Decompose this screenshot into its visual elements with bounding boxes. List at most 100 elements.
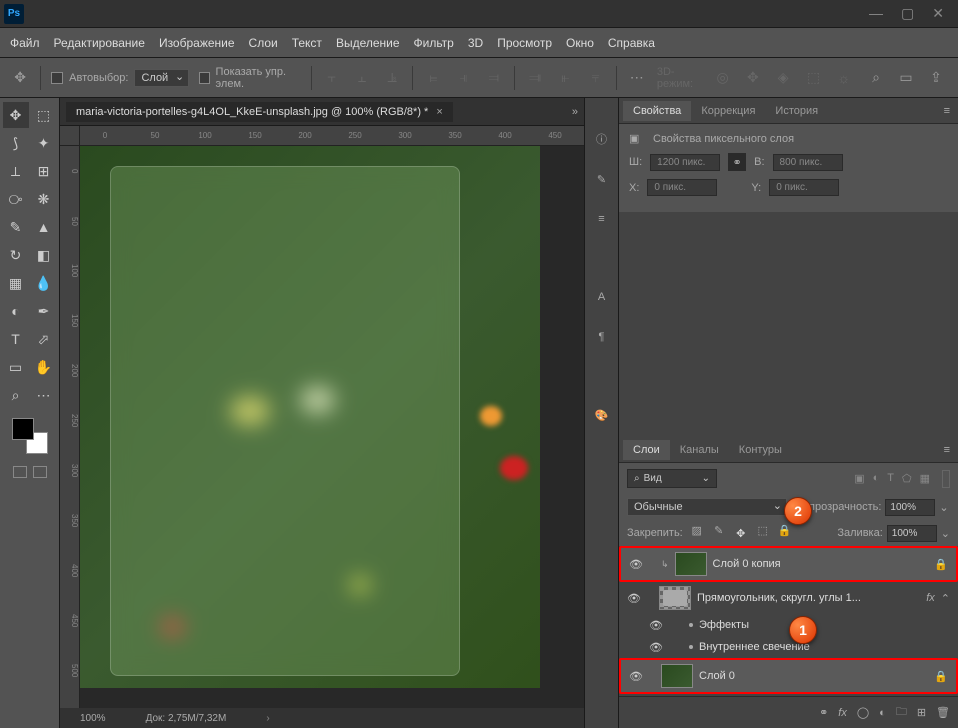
menu-help[interactable]: Справка [608, 36, 655, 50]
lock-icon[interactable]: 🔒 [934, 558, 948, 571]
tab-properties[interactable]: Свойства [623, 101, 691, 121]
maximize-button[interactable]: ▢ [901, 5, 914, 22]
group-icon[interactable]: 🗀 [896, 703, 907, 722]
layer-filter-select[interactable]: ⌕ Вид ⌄ [627, 469, 717, 488]
align-left-icon[interactable]: ⫢ [423, 66, 443, 90]
align-top-icon[interactable]: ⫟ [322, 66, 342, 90]
tab-history[interactable]: История [765, 101, 828, 121]
filter-pixel-icon[interactable]: ▣ [854, 472, 864, 485]
fx-icon[interactable]: fx [838, 707, 847, 719]
lock-icon[interactable]: 🔒 [934, 670, 948, 683]
expand-icon[interactable]: ⌃ [941, 592, 950, 605]
distribute-1-icon[interactable]: ⫥ [525, 66, 545, 90]
autoselect-target-select[interactable]: Слой [134, 69, 189, 87]
lasso-tool[interactable]: ⟆ [3, 130, 29, 156]
3d-scale-icon[interactable]: ⬚ [803, 66, 823, 90]
effect-name[interactable]: Внутреннее свечение [699, 641, 950, 653]
eyedropper-tool[interactable]: ⧂ [3, 186, 29, 212]
layer-thumbnail[interactable] [661, 664, 693, 688]
lock-transparent-icon[interactable]: ▨ [689, 524, 705, 542]
mask-icon[interactable]: ◯ [857, 706, 869, 719]
menu-edit[interactable]: Редактирование [54, 36, 145, 50]
opacity-input[interactable]: 100% [885, 499, 935, 516]
fx-badge[interactable]: fx [926, 592, 935, 604]
y-input[interactable]: 0 пикс. [769, 179, 839, 196]
distribute-2-icon[interactable]: ⫦ [555, 66, 575, 90]
layer-row[interactable]: 👁 Прямоугольник, скругл. углы 1... fx ⌃ [619, 582, 958, 614]
lock-all-icon[interactable]: 🔒 [777, 524, 793, 542]
history-brush-tool[interactable]: ↻ [3, 242, 29, 268]
color-swatches[interactable] [12, 418, 48, 454]
move-tool-icon[interactable]: ✥ [10, 66, 30, 90]
new-layer-icon[interactable]: ⊞ [917, 706, 926, 719]
align-hcenter-icon[interactable]: ⫣ [453, 66, 473, 90]
link-layers-icon[interactable]: ⚭ [819, 706, 828, 719]
blend-mode-select[interactable]: Обычные [627, 498, 787, 516]
align-right-icon[interactable]: ⫤ [484, 66, 504, 90]
heal-tool[interactable]: ❋ [31, 186, 57, 212]
lock-position-icon[interactable]: ✥ [733, 524, 749, 542]
3d-pan-icon[interactable]: ✥ [743, 66, 763, 90]
quick-mask-icon[interactable] [13, 466, 27, 478]
lock-artboard-icon[interactable]: ⬚ [755, 524, 771, 542]
height-input[interactable]: 800 пикс. [773, 154, 843, 171]
more-icon[interactable]: ⋯ [627, 66, 647, 90]
minimize-button[interactable]: — [869, 5, 883, 22]
layer-row[interactable]: 👁 Слой 0 🔒 [619, 658, 958, 694]
stamp-tool[interactable]: ▲ [31, 214, 57, 240]
adjustment-icon[interactable]: ◐ [879, 707, 886, 719]
menu-filter[interactable]: Фильтр [414, 36, 454, 50]
dodge-tool[interactable]: ◐ [3, 298, 29, 324]
shape-tool[interactable]: ▭ [3, 354, 29, 380]
share-icon[interactable]: ⇪ [924, 66, 948, 90]
tab-close-icon[interactable]: × [436, 106, 442, 118]
eraser-tool[interactable]: ◧ [31, 242, 57, 268]
zoom-tool[interactable]: ⌕ [3, 382, 29, 408]
path-select-tool[interactable]: ⬀ [31, 326, 57, 352]
3d-orbit-icon[interactable]: ◎ [712, 66, 732, 90]
menu-file[interactable]: Файл [10, 36, 40, 50]
frame-tool[interactable]: ⊞ [31, 158, 57, 184]
info-panel-icon[interactable]: ⓘ [591, 128, 613, 150]
search-icon[interactable]: ⌕ [864, 66, 888, 90]
gradient-tool[interactable]: ▦ [3, 270, 29, 296]
menu-text[interactable]: Текст [292, 36, 322, 50]
filter-type-icon[interactable]: T [887, 472, 894, 485]
pen-tool[interactable]: ✒ [31, 298, 57, 324]
layer-thumbnail[interactable] [659, 586, 691, 610]
document-tab[interactable]: maria-victoria-portelles-g4L4OL_KkeE-uns… [66, 102, 453, 122]
layer-name[interactable]: Слой 0 [699, 670, 928, 682]
doc-info[interactable]: Док: 2,75M/7,32M [146, 713, 227, 724]
canvas-viewport[interactable] [80, 146, 584, 688]
visibility-icon[interactable]: 👁 [627, 592, 641, 605]
foreground-swatch[interactable] [12, 418, 34, 440]
visibility-icon[interactable]: 👁 [649, 619, 663, 632]
horizontal-ruler[interactable]: 050100150200250300350400450 [80, 126, 584, 146]
tab-collapse-icon[interactable]: » [566, 106, 584, 118]
layer-row[interactable]: 👁 ↳ Слой 0 копия 🔒 [619, 546, 958, 582]
tab-layers[interactable]: Слои [623, 440, 670, 460]
ruler-corner[interactable] [60, 126, 80, 146]
tab-adjustments[interactable]: Коррекция [691, 101, 765, 121]
brush-tool[interactable]: ✎ [3, 214, 29, 240]
move-tool[interactable]: ✥ [3, 102, 29, 128]
color-panel-icon[interactable]: 🎨 [591, 404, 613, 426]
hand-tool[interactable]: ✋ [31, 354, 57, 380]
align-vcenter-icon[interactable]: ⫠ [352, 66, 372, 90]
visibility-icon[interactable]: 👁 [649, 641, 663, 654]
screen-mode-icon[interactable] [33, 466, 47, 478]
tab-channels[interactable]: Каналы [670, 440, 729, 460]
3d-zoom-icon[interactable]: ◈ [773, 66, 793, 90]
character-panel-icon[interactable]: A [591, 286, 613, 308]
layer-name[interactable]: Прямоугольник, скругл. углы 1... [697, 592, 920, 604]
filter-shape-icon[interactable]: ⬠ [902, 472, 912, 485]
type-tool[interactable]: T [3, 326, 29, 352]
marquee-tool[interactable]: ⬚ [31, 102, 57, 128]
edit-toolbar-tool[interactable]: ⋯ [31, 382, 57, 408]
crop-tool[interactable]: ⟂ [3, 158, 29, 184]
layer-thumbnail[interactable] [675, 552, 707, 576]
workspace-icon[interactable]: ▭ [894, 66, 918, 90]
vertical-ruler[interactable]: 050100150200250300350400450500 [60, 146, 80, 708]
wand-tool[interactable]: ✦ [31, 130, 57, 156]
zoom-level[interactable]: 100% [80, 713, 106, 724]
